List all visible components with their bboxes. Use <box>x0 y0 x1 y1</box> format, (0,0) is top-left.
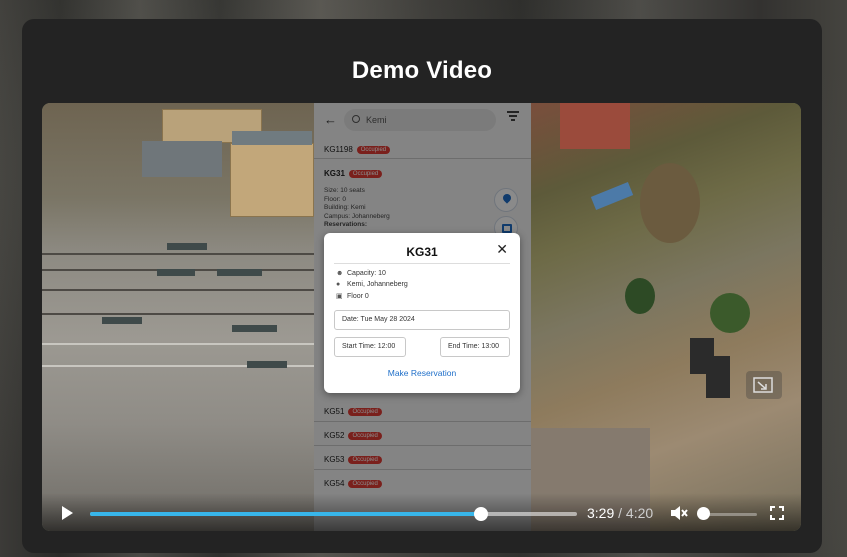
floor-label: ▣ Floor 0 <box>336 293 369 300</box>
time-display: 3:29 / 4:20 <box>587 505 653 521</box>
dialog-title: KG31 <box>406 245 438 259</box>
volume-handle[interactable] <box>697 507 710 520</box>
progress-handle[interactable] <box>474 507 489 521</box>
current-time: 3:29 <box>587 505 615 521</box>
floor-icon: ▣ <box>336 293 343 300</box>
progress-bar[interactable] <box>90 507 577 521</box>
video-controls: 3:29 / 4:20 <box>42 493 801 531</box>
video-frame-left-scene <box>42 103 314 531</box>
fullscreen-icon[interactable] <box>770 506 784 520</box>
video-frame-right-scene <box>530 103 801 531</box>
make-reservation-link: Make Reservation <box>387 368 457 378</box>
location-pin-icon: ● <box>336 281 341 288</box>
close-icon: ✕ <box>496 241 508 257</box>
reservation-dialog: KG31 ✕ ☻ Capacity: 10 ● Kemi, Johanneberg … <box>324 233 520 393</box>
modal-title: Demo Video <box>351 57 493 84</box>
date-field: Date: Tue May 28 2024 <box>334 310 510 330</box>
start-time-field: Start Time: 12:00 <box>334 337 406 357</box>
demo-video-modal: Demo Video ← Kemi KG1198 Occupied KG31 O… <box>22 19 822 553</box>
capacity-label: ☻ Capacity: 10 <box>336 270 386 277</box>
location-label: ● Kemi, Johanneberg <box>336 281 408 288</box>
progress-fill <box>90 512 482 516</box>
time-separator: / <box>618 505 623 521</box>
play-icon[interactable] <box>62 506 73 520</box>
video-player[interactable]: ← Kemi KG1198 Occupied KG31 Occupied Size:… <box>42 103 801 531</box>
end-time-field: End Time: 13:00 <box>440 337 510 357</box>
pip-icon[interactable] <box>746 371 782 399</box>
volume-slider[interactable] <box>703 513 757 516</box>
mute-icon[interactable] <box>670 505 688 521</box>
people-icon: ☻ <box>336 270 344 277</box>
duration: 4:20 <box>625 505 654 521</box>
